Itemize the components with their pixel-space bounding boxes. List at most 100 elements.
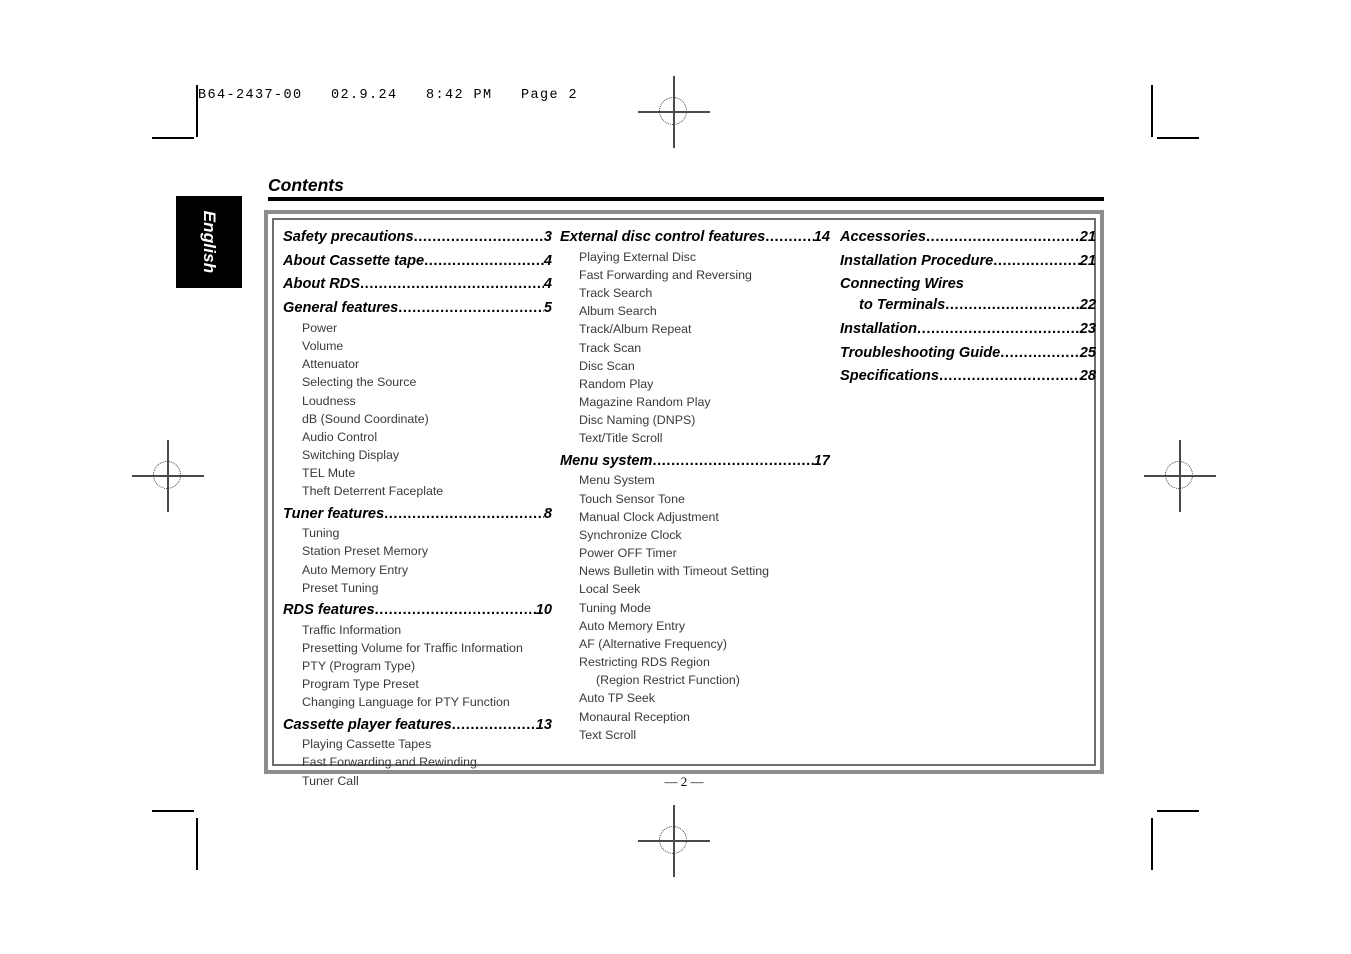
toc-heading-row[interactable]: About Cassette tape.....................… — [283, 251, 552, 272]
toc-subitem[interactable]: Restricting RDS Region — [560, 653, 830, 671]
dot-leader: ........................................… — [993, 252, 1080, 269]
toc-subitem[interactable]: Touch Sensor Tone — [560, 490, 830, 508]
toc-page-number: 21 — [1079, 252, 1096, 269]
toc-subitem[interactable]: Auto Memory Entry — [560, 617, 830, 635]
toc-subitem[interactable]: Manual Clock Adjustment — [560, 508, 830, 526]
toc-subitem[interactable]: Magazine Random Play — [560, 393, 830, 411]
toc-heading-row[interactable]: Connecting Wires — [840, 274, 1096, 295]
toc-heading-label: Specifications — [840, 368, 939, 385]
toc-page-number: 5 — [543, 300, 552, 317]
toc-subitem[interactable]: Power OFF Timer — [560, 544, 830, 562]
dot-leader: ........................................… — [945, 297, 1080, 314]
toc-heading-row[interactable]: External disc control features..........… — [560, 227, 830, 248]
toc-subitem[interactable]: Station Preset Memory — [283, 542, 552, 560]
toc-heading-label: Installation Procedure — [840, 252, 994, 269]
toc-heading-label: Menu system — [560, 452, 653, 469]
toc-page-number: 14 — [813, 229, 830, 245]
toc-subitem[interactable]: Switching Display — [283, 446, 552, 464]
toc-heading-row[interactable]: Accessories.............................… — [840, 227, 1096, 248]
toc-heading-row[interactable]: Cassette player features................… — [283, 715, 552, 736]
toc-heading-label: About Cassette tape — [283, 252, 425, 269]
toc-subitem[interactable]: Text Scroll — [560, 726, 830, 744]
toc-subitem[interactable]: AF (Alternative Frequency) — [560, 635, 830, 653]
toc-heading-row[interactable]: About RDS...............................… — [283, 274, 552, 295]
toc-heading-row[interactable]: Specifications..........................… — [840, 366, 1096, 387]
page-title-block: Contents — [268, 176, 1104, 202]
toc-subitem[interactable]: Tuning Mode — [560, 599, 830, 617]
toc-subitem[interactable]: Changing Language for PTY Function — [283, 693, 552, 711]
toc-subitem[interactable]: Playing Cassette Tapes — [283, 735, 552, 753]
toc-subitem[interactable]: Traffic Information — [283, 621, 552, 639]
toc-heading-label: External disc control features — [560, 229, 766, 245]
toc-page-number: 13 — [535, 716, 552, 733]
toc-subitem[interactable]: Track Search — [560, 284, 830, 302]
dot-leader: ........................................… — [652, 452, 814, 469]
toc-subitem[interactable]: (Region Restrict Function) — [560, 671, 830, 689]
toc-heading-label: RDS features — [283, 602, 375, 618]
dot-leader: ........................................… — [424, 252, 544, 269]
dot-leader: ........................................… — [398, 300, 544, 317]
toc-subitem[interactable]: Presetting Volume for Traffic Informatio… — [283, 639, 552, 657]
toc-subitem[interactable]: Track/Album Repeat — [560, 320, 830, 338]
toc-heading-row[interactable]: Installation Procedure..................… — [840, 251, 1096, 272]
toc-subitem[interactable]: PTY (Program Type) — [283, 657, 552, 675]
toc-heading-row[interactable]: Troubleshooting Guide...................… — [840, 343, 1096, 364]
toc-subitem[interactable]: Synchronize Clock — [560, 526, 830, 544]
toc-subitem[interactable]: Loudness — [283, 392, 552, 410]
toc-subitem[interactable]: Random Play — [560, 375, 830, 393]
dot-leader: ........................................… — [360, 276, 544, 293]
toc-subitem[interactable]: Selecting the Source — [283, 373, 552, 391]
toc-subitem[interactable]: Program Type Preset — [283, 675, 552, 693]
dot-leader: ........................................… — [451, 716, 536, 733]
toc-subitem[interactable]: Fast Forwarding and Reversing — [560, 266, 830, 284]
toc-heading-row[interactable]: Installation............................… — [840, 319, 1096, 340]
toc-page-number: 8 — [543, 505, 552, 522]
toc-subitem[interactable]: Fast Forwarding and Rewinding — [283, 753, 552, 771]
toc-heading-row[interactable]: to Terminals............................… — [840, 295, 1096, 316]
toc-heading-label: About RDS — [283, 276, 361, 293]
dot-leader: ........................................… — [1000, 344, 1080, 361]
title-rule — [268, 197, 1104, 202]
toc-subitem[interactable]: Text/Title Scroll — [560, 429, 830, 447]
toc-subitem[interactable]: News Bulletin with Timeout Setting — [560, 562, 830, 580]
toc-subitem[interactable]: Disc Naming (DNPS) — [560, 411, 830, 429]
toc-heading-row[interactable]: Safety precautions......................… — [283, 227, 552, 248]
toc-subitem[interactable]: Volume — [283, 337, 552, 355]
toc-subitem[interactable]: dB (Sound Coordinate) — [283, 410, 552, 428]
toc-subitem[interactable]: Power — [283, 319, 552, 337]
page-footer: — 2 — — [664, 774, 704, 789]
dot-leader: ........................................… — [926, 229, 1080, 245]
toc-subitem[interactable]: Auto TP Seek — [560, 689, 830, 707]
toc-heading-row[interactable]: General features........................… — [283, 298, 552, 319]
toc-subitem[interactable]: TEL Mute — [283, 464, 552, 482]
toc-page-number: 3 — [543, 229, 552, 245]
toc-subitem[interactable]: Tuning — [283, 524, 552, 542]
toc-subitem[interactable]: Attenuator — [283, 355, 552, 373]
toc-heading-row[interactable]: Menu system.............................… — [560, 451, 830, 472]
toc-subitem[interactable]: Preset Tuning — [283, 579, 552, 597]
toc-heading-row[interactable]: Tuner features..........................… — [283, 504, 552, 525]
dot-leader: ........................................… — [917, 320, 1080, 337]
toc-subitem[interactable]: Playing External Disc — [560, 248, 830, 266]
toc-subitem[interactable]: Track Scan — [560, 339, 830, 357]
toc-heading-label: Installation — [840, 320, 918, 337]
toc-heading-label: Safety precautions — [283, 229, 414, 245]
toc-heading-row[interactable]: RDS features............................… — [283, 600, 552, 621]
toc-subitem[interactable]: Local Seek — [560, 580, 830, 598]
contents-columns: Safety precautions......................… — [272, 218, 1096, 788]
toc-heading-label: Tuner features — [283, 505, 385, 522]
toc-page-number: 23 — [1079, 320, 1096, 337]
toc-subitem[interactable]: Audio Control — [283, 428, 552, 446]
toc-subitem[interactable]: Auto Memory Entry — [283, 561, 552, 579]
toc-subitem[interactable]: Album Search — [560, 302, 830, 320]
toc-page-number: 4 — [543, 276, 552, 293]
toc-page-number: 10 — [535, 602, 552, 618]
toc-subitem[interactable]: Disc Scan — [560, 357, 830, 375]
language-tab-label: English — [200, 210, 219, 274]
toc-heading-label: Connecting Wires — [840, 276, 964, 293]
toc-subitem[interactable]: Theft Deterrent Faceplate — [283, 482, 552, 500]
toc-subitem[interactable]: Menu System — [560, 471, 830, 489]
toc-heading-label: to Terminals — [859, 297, 946, 314]
contents-column-1: Safety precautions......................… — [272, 227, 552, 788]
toc-subitem[interactable]: Monaural Reception — [560, 708, 830, 726]
